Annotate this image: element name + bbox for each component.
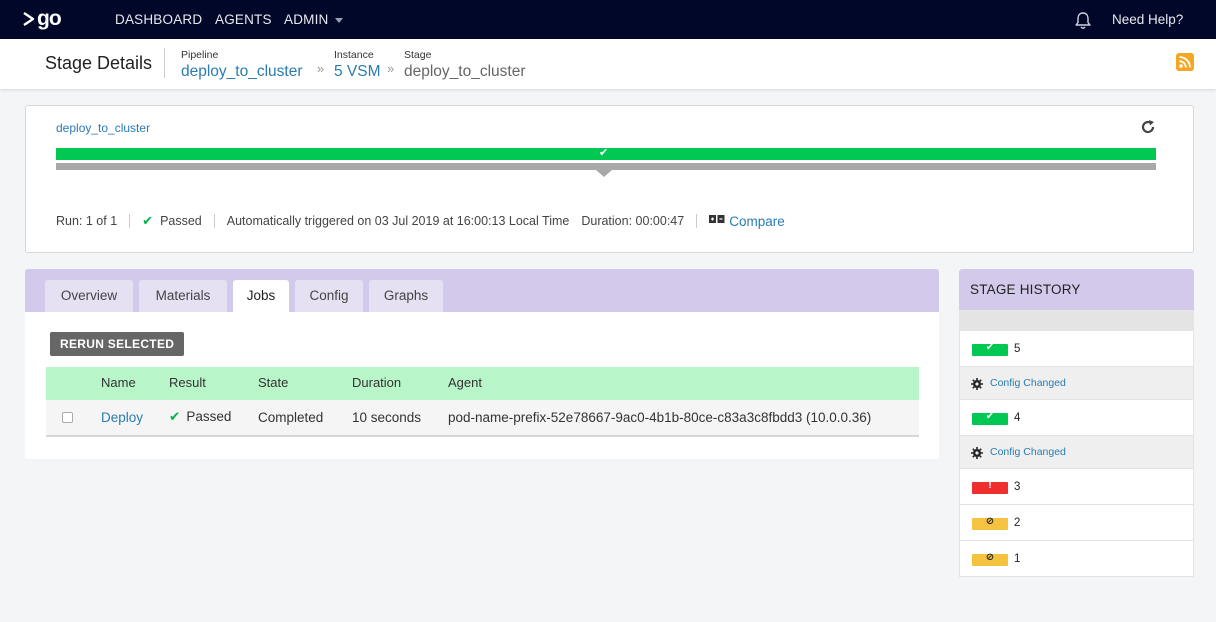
job-result-label: Passed bbox=[186, 409, 232, 424]
breadcrumb-instance-link[interactable]: 5 VSM bbox=[334, 63, 381, 81]
stage-history-header: STAGE HISTORY bbox=[959, 269, 1194, 310]
table-row: Deploy ✔ Passed Completed 10 seconds pod-… bbox=[46, 400, 919, 437]
column-header-duration: Duration bbox=[352, 375, 402, 390]
job-state: Completed bbox=[258, 410, 324, 425]
cancelled-icon: ⊘ bbox=[985, 552, 995, 563]
stage-history-panel: STAGE HISTORY ✔ 5 Config Changed ✔ 4 Con… bbox=[959, 269, 1194, 577]
tab-jobs[interactable]: Jobs bbox=[233, 280, 289, 312]
failed-status-badge: ! bbox=[972, 480, 1008, 494]
exclamation-icon: ! bbox=[988, 480, 992, 491]
history-entry[interactable]: ! 3 bbox=[959, 469, 1194, 505]
history-counter: 2 bbox=[1014, 517, 1021, 529]
history-entry[interactable]: ⊘ 2 bbox=[959, 505, 1194, 541]
bell-icon[interactable] bbox=[1074, 11, 1092, 35]
nav-admin[interactable]: ADMIN bbox=[284, 12, 343, 27]
breadcrumb-stage-key: Stage bbox=[404, 49, 432, 61]
passed-status-badge: ✔ bbox=[972, 342, 1008, 356]
breadcrumb-instance: Instance 5 VSM bbox=[334, 49, 381, 81]
breadcrumb-stage: Stage deploy_to_cluster bbox=[404, 49, 526, 81]
tab-config[interactable]: Config bbox=[295, 280, 363, 312]
breadcrumb-separator-icon: » bbox=[387, 61, 395, 76]
header-divider bbox=[164, 48, 165, 78]
config-changed-link[interactable]: Config Changed bbox=[990, 377, 1066, 389]
page-header: Stage Details Pipeline deploy_to_cluster… bbox=[0, 39, 1216, 89]
passed-status-badge: ✔ bbox=[972, 411, 1008, 425]
rss-feed-icon[interactable] bbox=[1176, 53, 1194, 71]
config-changed-row: Config Changed bbox=[959, 436, 1194, 469]
check-icon: ✔ bbox=[599, 147, 609, 159]
check-icon: ✔ bbox=[142, 213, 154, 228]
history-counter: 3 bbox=[1014, 481, 1021, 493]
check-icon: ✔ bbox=[169, 409, 181, 424]
cancelled-icon: ⊘ bbox=[985, 516, 995, 527]
need-help-link[interactable]: Need Help? bbox=[1112, 12, 1183, 27]
top-navigation: go DASHBOARD AGENTS ADMIN Need Help? bbox=[0, 0, 1216, 39]
column-header-state: State bbox=[258, 375, 289, 390]
compare-link[interactable]: Compare bbox=[729, 214, 785, 229]
tab-bar: Overview Materials Jobs Config Graphs bbox=[25, 269, 939, 312]
cancelled-status-badge: ⊘ bbox=[972, 552, 1008, 566]
go-logo-arrow-icon bbox=[23, 12, 35, 26]
nav-dashboard[interactable]: DASHBOARD bbox=[115, 12, 202, 27]
tab-overview[interactable]: Overview bbox=[45, 280, 133, 312]
nav-agents[interactable]: AGENTS bbox=[215, 12, 272, 27]
stage-name-link[interactable]: deploy_to_cluster bbox=[56, 121, 150, 135]
breadcrumb-separator-icon: » bbox=[317, 61, 325, 76]
history-counter: 1 bbox=[1014, 553, 1021, 565]
nav-admin-label: ADMIN bbox=[284, 12, 329, 27]
breadcrumb-pipeline-link[interactable]: deploy_to_cluster bbox=[181, 63, 303, 81]
refresh-icon[interactable] bbox=[1140, 119, 1156, 140]
jobs-panel: Overview Materials Jobs Config Graphs RE… bbox=[25, 269, 939, 459]
gear-icon bbox=[970, 446, 984, 465]
run-info-divider bbox=[213, 214, 215, 228]
jobs-table-header: Name Result State Duration Agent bbox=[46, 367, 919, 400]
job-duration: 10 seconds bbox=[352, 410, 422, 425]
logo-text: go bbox=[37, 7, 62, 30]
pointer-triangle-icon bbox=[596, 170, 612, 177]
column-header-agent: Agent bbox=[448, 375, 482, 390]
tab-graphs[interactable]: Graphs bbox=[369, 280, 443, 312]
trigger-info: Automatically triggered on 03 Jul 2019 a… bbox=[226, 214, 570, 228]
breadcrumb-pipeline: Pipeline deploy_to_cluster bbox=[181, 49, 303, 81]
config-changed-link[interactable]: Config Changed bbox=[990, 446, 1066, 458]
column-header-name: Name bbox=[101, 375, 136, 390]
job-agent: pod-name-prefix-52e78667-9ac0-4b1b-80ce-… bbox=[448, 410, 872, 425]
page-title: Stage Details bbox=[45, 53, 153, 73]
history-counter: 4 bbox=[1014, 412, 1021, 424]
job-name-link[interactable]: Deploy bbox=[101, 410, 143, 425]
breadcrumb-pipeline-key: Pipeline bbox=[181, 49, 219, 61]
gear-icon bbox=[970, 377, 984, 396]
chevron-down-icon bbox=[334, 17, 343, 23]
column-header-result: Result bbox=[169, 375, 206, 390]
stage-history-title: STAGE HISTORY bbox=[970, 282, 1081, 297]
cancelled-status-badge: ⊘ bbox=[972, 516, 1008, 530]
rerun-selected-button[interactable]: RERUN SELECTED bbox=[50, 332, 185, 356]
run-counter: Run: 1 of 1 bbox=[56, 214, 118, 228]
run-info: Run: 1 of 1 ✔ Passed Automatically trigg… bbox=[56, 213, 785, 229]
history-entry[interactable]: ✔ 4 bbox=[959, 400, 1194, 436]
check-icon: ✔ bbox=[985, 342, 995, 353]
history-entry[interactable]: ⊘ 1 bbox=[959, 541, 1194, 577]
check-icon: ✔ bbox=[985, 411, 995, 422]
tab-materials[interactable]: Materials bbox=[139, 280, 227, 312]
history-entry[interactable]: ✔ 5 bbox=[959, 331, 1194, 367]
breadcrumb-instance-key: Instance bbox=[334, 49, 374, 61]
go-logo[interactable]: go bbox=[22, 7, 62, 31]
breadcrumb-stage-value: deploy_to_cluster bbox=[404, 63, 526, 80]
stage-progress-bar[interactable]: ✔ bbox=[56, 147, 1156, 160]
run-duration: Duration: 00:00:47 bbox=[581, 214, 685, 228]
job-progress-bar bbox=[56, 163, 1156, 177]
compare-icon[interactable] bbox=[709, 214, 725, 228]
job-result: ✔ Passed bbox=[169, 409, 231, 425]
run-info-divider bbox=[129, 214, 131, 228]
config-changed-row: Config Changed bbox=[959, 367, 1194, 400]
job-select-checkbox[interactable] bbox=[62, 412, 73, 423]
stage-summary-card: deploy_to_cluster ✔ Run: 1 of 1 ✔ Passed… bbox=[25, 105, 1194, 253]
stage-history-spacer bbox=[959, 310, 1194, 331]
run-status: Passed bbox=[160, 214, 202, 228]
run-info-divider bbox=[696, 214, 698, 228]
history-counter: 5 bbox=[1014, 343, 1021, 355]
